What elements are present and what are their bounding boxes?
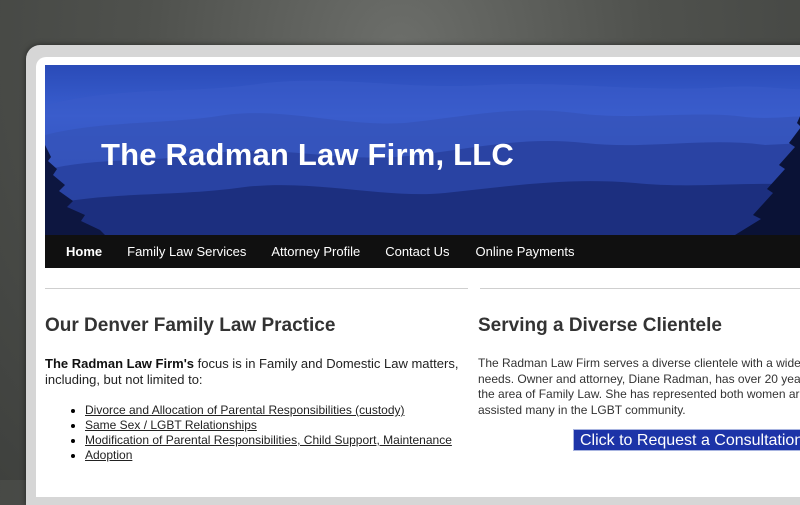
clientele-line: the area of Family Law. She has represen… — [478, 387, 800, 401]
practice-intro: The Radman Law Firm's focus is in Family… — [45, 356, 470, 388]
left-divider — [45, 288, 468, 289]
clientele-line: assisted many in the LGBT community. — [478, 402, 686, 417]
service-link-modification[interactable]: Modification of Parental Responsibilitie… — [85, 433, 452, 447]
nav-family-law-services[interactable]: Family Law Services — [127, 244, 246, 259]
firm-name-bold: The Radman Law Firm's — [45, 356, 195, 371]
service-link-divorce[interactable]: Divorce and Allocation of Parental Respo… — [85, 403, 405, 417]
clientele-line: The Radman Law Firm serves a diverse cli… — [478, 356, 800, 370]
nav-contact-us[interactable]: Contact Us — [385, 244, 449, 259]
nav-attorney-profile[interactable]: Attorney Profile — [271, 244, 360, 259]
clientele-text: The Radman Law Firm serves a diverse cli… — [478, 356, 800, 418]
practice-heading: Our Denver Family Law Practice — [45, 315, 336, 336]
nav-home[interactable]: Home — [66, 244, 102, 259]
list-item: Same Sex / LGBT Relationships — [85, 418, 515, 433]
nav-online-payments[interactable]: Online Payments — [476, 244, 575, 259]
right-divider — [480, 288, 800, 289]
list-item: Adoption — [85, 448, 515, 463]
list-item: Modification of Parental Responsibilitie… — [85, 433, 515, 448]
clientele-heading: Serving a Diverse Clientele — [478, 315, 722, 336]
clientele-line: needs. Owner and attorney, Diane Radman,… — [478, 371, 800, 386]
request-consultation-button[interactable]: Click to Request a Consultation — [573, 429, 800, 451]
services-list: Divorce and Allocation of Parental Respo… — [45, 403, 515, 463]
service-link-adoption[interactable]: Adoption — [85, 448, 132, 462]
site-title: The Radman Law Firm, LLC — [101, 137, 515, 172]
service-link-lgbt[interactable]: Same Sex / LGBT Relationships — [85, 418, 257, 432]
main-nav: Home Family Law Services Attorney Profil… — [45, 235, 800, 268]
list-item: Divorce and Allocation of Parental Respo… — [85, 403, 515, 418]
